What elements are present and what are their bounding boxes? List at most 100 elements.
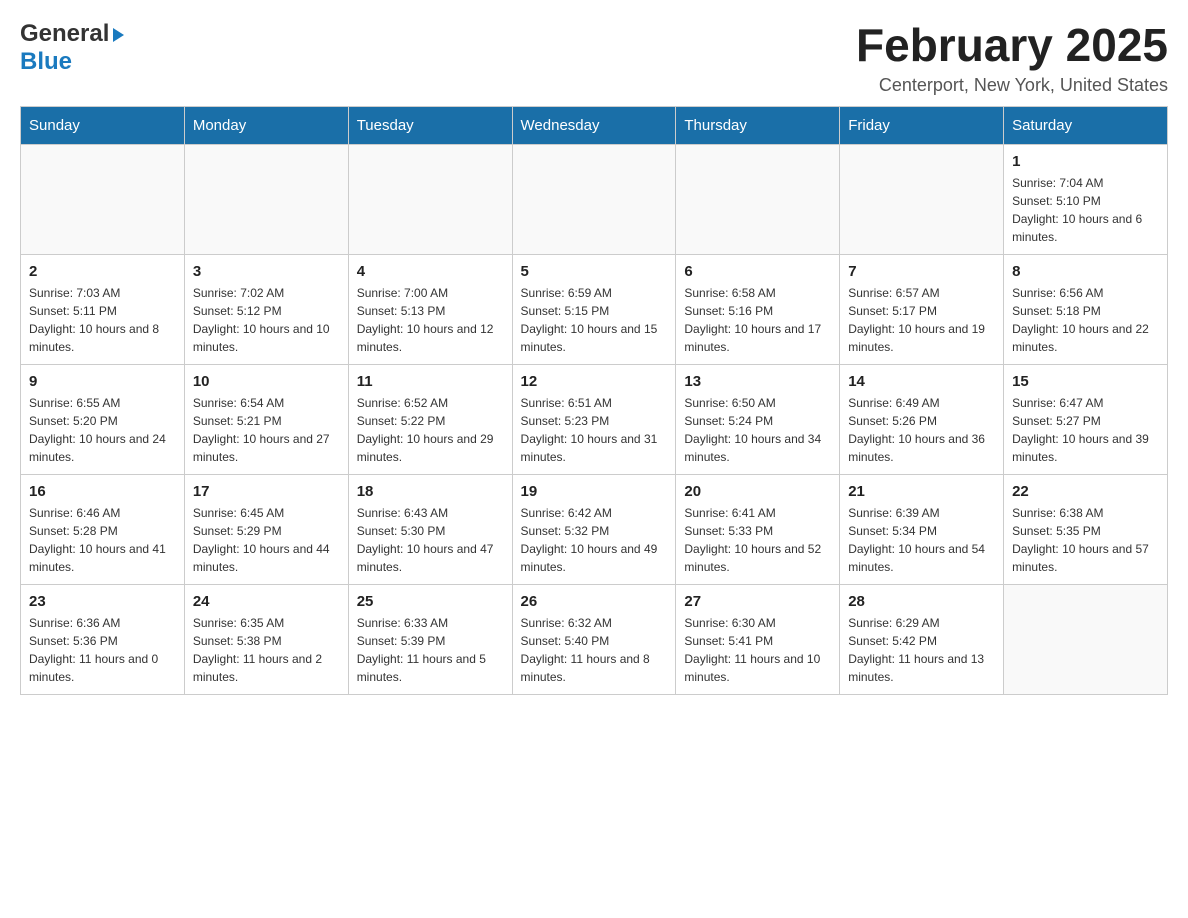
day-number: 14	[848, 373, 995, 390]
day-info: Sunrise: 6:41 AMSunset: 5:33 PMDaylight:…	[684, 504, 831, 576]
day-number: 6	[684, 263, 831, 280]
weekday-header-tuesday: Tuesday	[348, 106, 512, 144]
day-number: 27	[684, 593, 831, 610]
title-area: February 2025 Centerport, New York, Unit…	[856, 20, 1168, 96]
day-number: 15	[1012, 373, 1159, 390]
day-info: Sunrise: 6:52 AMSunset: 5:22 PMDaylight:…	[357, 394, 504, 466]
day-info: Sunrise: 6:54 AMSunset: 5:21 PMDaylight:…	[193, 394, 340, 466]
weekday-header-thursday: Thursday	[676, 106, 840, 144]
day-number: 12	[521, 373, 668, 390]
calendar-cell: 4Sunrise: 7:00 AMSunset: 5:13 PMDaylight…	[348, 254, 512, 364]
day-info: Sunrise: 7:04 AMSunset: 5:10 PMDaylight:…	[1012, 174, 1159, 246]
weekday-header-sunday: Sunday	[21, 106, 185, 144]
calendar-cell: 2Sunrise: 7:03 AMSunset: 5:11 PMDaylight…	[21, 254, 185, 364]
day-info: Sunrise: 6:49 AMSunset: 5:26 PMDaylight:…	[848, 394, 995, 466]
weekday-header-friday: Friday	[840, 106, 1004, 144]
day-info: Sunrise: 6:33 AMSunset: 5:39 PMDaylight:…	[357, 614, 504, 686]
calendar-week-4: 16 Sunrise: 6:46 AMSunset: 5:28 PMDayligh…	[21, 474, 1168, 584]
day-info: Sunrise: 6:39 AMSunset: 5:34 PMDaylight:…	[848, 504, 995, 576]
weekday-header-row: SundayMondayTuesdayWednesdayThursdayFrid…	[21, 106, 1168, 144]
logo-blue-label: Blue	[20, 48, 72, 76]
day-number: 13	[684, 373, 831, 390]
day-info: Sunrise: 6:55 AMSunset: 5:20 PMDaylight:…	[29, 394, 176, 466]
day-number: 9	[29, 373, 176, 390]
calendar-cell: 23 Sunrise: 6:36 AMSunset: 5:36 PMDayligh…	[21, 584, 185, 694]
day-number: 3	[193, 263, 340, 280]
day-number: 25	[357, 593, 504, 610]
calendar-cell: 14 Sunrise: 6:49 AMSunset: 5:26 PMDayligh…	[840, 364, 1004, 474]
calendar-cell	[840, 144, 1004, 254]
day-number: 20	[684, 483, 831, 500]
day-info: Sunrise: 6:29 AMSunset: 5:42 PMDaylight:…	[848, 614, 995, 686]
calendar-cell: 25 Sunrise: 6:33 AMSunset: 5:39 PMDayligh…	[348, 584, 512, 694]
day-number: 28	[848, 593, 995, 610]
logo-general-label: General	[20, 20, 109, 48]
day-info: Sunrise: 6:30 AMSunset: 5:41 PMDaylight:…	[684, 614, 831, 686]
day-number: 23	[29, 593, 176, 610]
day-info: Sunrise: 6:56 AMSunset: 5:18 PMDaylight:…	[1012, 284, 1159, 356]
day-number: 7	[848, 263, 995, 280]
page-header: General Blue February 2025 Centerport, N…	[20, 20, 1168, 96]
calendar-cell: 26Sunrise: 6:32 AMSunset: 5:40 PMDayligh…	[512, 584, 676, 694]
calendar-cell: 3 Sunrise: 7:02 AMSunset: 5:12 PMDaylight…	[184, 254, 348, 364]
calendar-cell: 8 Sunrise: 6:56 AMSunset: 5:18 PMDaylight…	[1004, 254, 1168, 364]
calendar-table: SundayMondayTuesdayWednesdayThursdayFrid…	[20, 106, 1168, 695]
day-number: 24	[193, 593, 340, 610]
day-info: Sunrise: 6:42 AMSunset: 5:32 PMDaylight:…	[521, 504, 668, 576]
weekday-header-wednesday: Wednesday	[512, 106, 676, 144]
logo-general-text: General	[20, 20, 124, 48]
day-number: 11	[357, 373, 504, 390]
weekday-header-monday: Monday	[184, 106, 348, 144]
month-title: February 2025	[856, 20, 1168, 71]
calendar-cell: 18 Sunrise: 6:43 AMSunset: 5:30 PMDayligh…	[348, 474, 512, 584]
logo-triangle-icon	[113, 28, 124, 42]
day-info: Sunrise: 6:50 AMSunset: 5:24 PMDaylight:…	[684, 394, 831, 466]
calendar-cell	[512, 144, 676, 254]
calendar-cell	[184, 144, 348, 254]
day-info: Sunrise: 6:43 AMSunset: 5:30 PMDaylight:…	[357, 504, 504, 576]
calendar-cell: 27 Sunrise: 6:30 AMSunset: 5:41 PMDayligh…	[676, 584, 840, 694]
day-info: Sunrise: 6:35 AMSunset: 5:38 PMDaylight:…	[193, 614, 340, 686]
day-info: Sunrise: 6:47 AMSunset: 5:27 PMDaylight:…	[1012, 394, 1159, 466]
calendar-cell: 5 Sunrise: 6:59 AMSunset: 5:15 PMDaylight…	[512, 254, 676, 364]
day-info: Sunrise: 6:58 AMSunset: 5:16 PMDaylight:…	[684, 284, 831, 356]
calendar-cell: 13 Sunrise: 6:50 AMSunset: 5:24 PMDayligh…	[676, 364, 840, 474]
weekday-header-saturday: Saturday	[1004, 106, 1168, 144]
calendar-week-3: 9 Sunrise: 6:55 AMSunset: 5:20 PMDaylight…	[21, 364, 1168, 474]
calendar-cell: 12 Sunrise: 6:51 AMSunset: 5:23 PMDayligh…	[512, 364, 676, 474]
day-number: 22	[1012, 483, 1159, 500]
day-info: Sunrise: 6:45 AMSunset: 5:29 PMDaylight:…	[193, 504, 340, 576]
day-number: 5	[521, 263, 668, 280]
day-info: Sunrise: 6:59 AMSunset: 5:15 PMDaylight:…	[521, 284, 668, 356]
day-number: 16	[29, 483, 176, 500]
calendar-cell	[676, 144, 840, 254]
day-number: 2	[29, 263, 176, 280]
calendar-cell: 6 Sunrise: 6:58 AMSunset: 5:16 PMDaylight…	[676, 254, 840, 364]
calendar-week-1: 1Sunrise: 7:04 AMSunset: 5:10 PMDaylight…	[21, 144, 1168, 254]
day-number: 10	[193, 373, 340, 390]
day-info: Sunrise: 7:00 AMSunset: 5:13 PMDaylight:…	[357, 284, 504, 356]
location-label: Centerport, New York, United States	[856, 75, 1168, 96]
calendar-cell: 28 Sunrise: 6:29 AMSunset: 5:42 PMDayligh…	[840, 584, 1004, 694]
calendar-cell: 21Sunrise: 6:39 AMSunset: 5:34 PMDayligh…	[840, 474, 1004, 584]
day-info: Sunrise: 7:02 AMSunset: 5:12 PMDaylight:…	[193, 284, 340, 356]
calendar-cell	[1004, 584, 1168, 694]
day-info: Sunrise: 6:36 AMSunset: 5:36 PMDaylight:…	[29, 614, 176, 686]
calendar-cell	[21, 144, 185, 254]
calendar-cell: 20 Sunrise: 6:41 AMSunset: 5:33 PMDayligh…	[676, 474, 840, 584]
logo: General Blue	[20, 20, 124, 76]
day-info: Sunrise: 6:51 AMSunset: 5:23 PMDaylight:…	[521, 394, 668, 466]
day-number: 18	[357, 483, 504, 500]
calendar-cell: 16 Sunrise: 6:46 AMSunset: 5:28 PMDayligh…	[21, 474, 185, 584]
calendar-cell: 19 Sunrise: 6:42 AMSunset: 5:32 PMDayligh…	[512, 474, 676, 584]
calendar-cell: 17Sunrise: 6:45 AMSunset: 5:29 PMDayligh…	[184, 474, 348, 584]
day-info: Sunrise: 6:57 AMSunset: 5:17 PMDaylight:…	[848, 284, 995, 356]
calendar-cell: 22Sunrise: 6:38 AMSunset: 5:35 PMDayligh…	[1004, 474, 1168, 584]
day-info: Sunrise: 6:46 AMSunset: 5:28 PMDaylight:…	[29, 504, 176, 576]
calendar-cell: 10 Sunrise: 6:54 AMSunset: 5:21 PMDayligh…	[184, 364, 348, 474]
calendar-cell: 24 Sunrise: 6:35 AMSunset: 5:38 PMDayligh…	[184, 584, 348, 694]
day-number: 19	[521, 483, 668, 500]
calendar-cell: 11 Sunrise: 6:52 AMSunset: 5:22 PMDayligh…	[348, 364, 512, 474]
day-number: 26	[521, 593, 668, 610]
day-number: 8	[1012, 263, 1159, 280]
